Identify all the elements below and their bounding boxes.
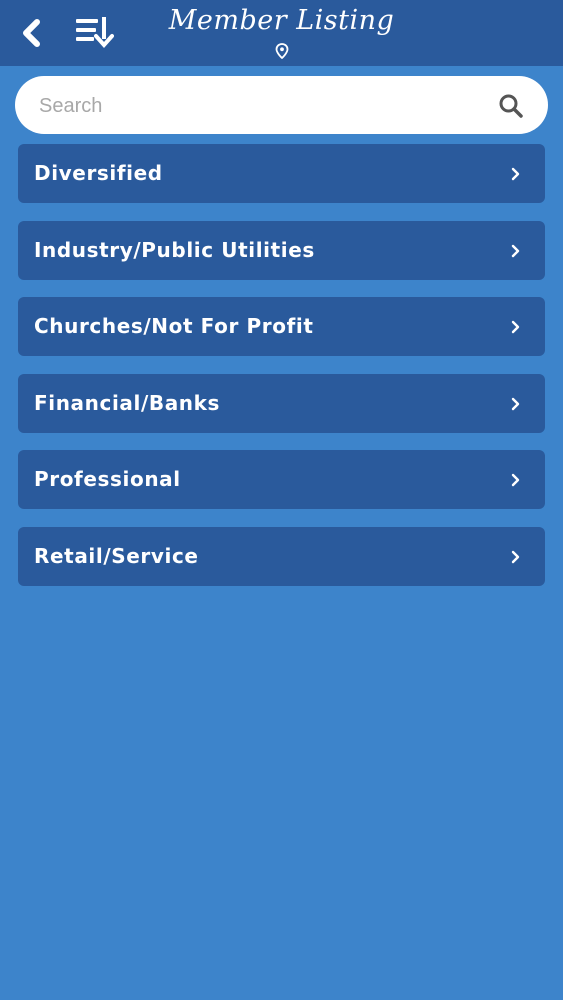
list-item-churches-not-for-profit[interactable]: Churches/Not For Profit: [18, 297, 545, 356]
chevron-right-icon: [511, 320, 520, 334]
list-item-financial-banks[interactable]: Financial/Banks: [18, 373, 545, 433]
list-item-label: Retail/Service: [34, 543, 199, 568]
list-item-label: Churches/Not For Profit: [34, 314, 314, 338]
search-input[interactable]: [37, 85, 481, 127]
list-item-retail-service[interactable]: Retail/Service: [18, 526, 545, 586]
chevron-right-icon: [511, 167, 520, 181]
list-item-industry-public-utilities[interactable]: Industry/Public Utilities: [18, 220, 545, 280]
search-bar: [15, 76, 548, 134]
page-title: Member Listing: [168, 5, 395, 36]
chevron-right-icon: [511, 244, 520, 257]
chevron-right-icon: [511, 550, 520, 563]
chevron-right-icon: [511, 473, 520, 487]
category-list: Diversified Industry/Public Utilities Ch…: [18, 144, 545, 603]
list-item-diversified[interactable]: Diversified: [18, 144, 545, 203]
list-item-professional[interactable]: Professional: [18, 450, 545, 509]
list-item-label: Professional: [34, 467, 181, 491]
chevron-left-icon: [23, 19, 40, 47]
sort-list-icon: [76, 17, 114, 49]
back-button[interactable]: [14, 14, 48, 52]
chevron-right-icon: [511, 397, 520, 410]
sort-button[interactable]: [72, 12, 116, 52]
search-icon[interactable]: [498, 93, 524, 119]
title-area: Member Listing: [130, 0, 433, 66]
list-item-label: Financial/Banks: [34, 390, 221, 415]
app-header: Member Listing: [0, 0, 563, 66]
list-item-label: Industry/Public Utilities: [34, 237, 315, 262]
list-item-label: Diversified: [34, 161, 163, 185]
location-pin-icon: [275, 43, 289, 59]
